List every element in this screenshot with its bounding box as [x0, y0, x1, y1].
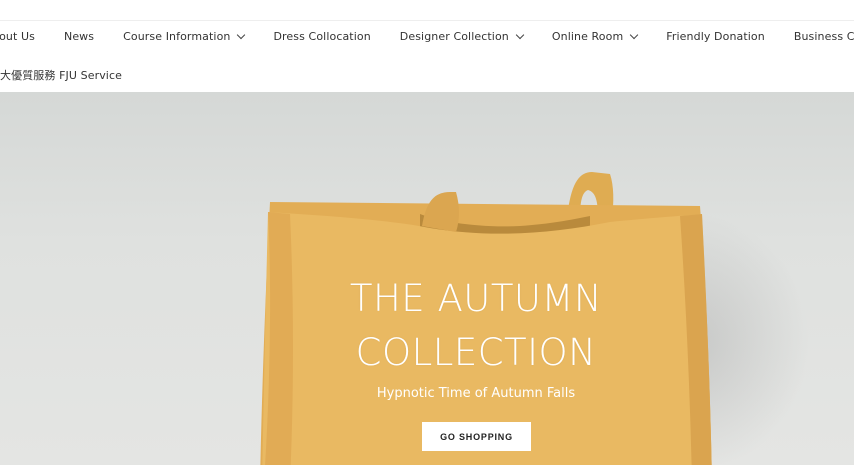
nav-item-fju-service[interactable]: 大優質服務 FJU Service [0, 67, 122, 83]
chevron-down-icon [630, 30, 639, 40]
bag-strap-front [422, 192, 459, 232]
chevron-down-icon [515, 30, 525, 40]
nav-item-course-information[interactable]: Course Information [123, 30, 246, 43]
nav-item-label: Business Cooperation [793, 30, 854, 43]
nav-item-news[interactable]: News [64, 30, 94, 43]
hero-banner: THE AUTUMN COLLECTION Hypnotic Time of A… [0, 92, 854, 465]
nav-item-friendly-donation[interactable]: Friendly Donation [666, 30, 765, 43]
main-navigation: bout Us News Course Information Dress Co… [0, 21, 854, 91]
page: bout Us News Course Information Dress Co… [0, 0, 854, 465]
nav-item-label: Online Room [551, 30, 624, 43]
hero-subtitle: Hypnotic Time of Autumn Falls [376, 386, 576, 401]
chevron-down-icon [237, 30, 246, 40]
nav-item-label: bout Us [0, 30, 35, 43]
nav-item-business-cooperation[interactable]: Business Cooperation [794, 30, 854, 43]
nav-row-primary: bout Us News Course Information Dress Co… [0, 30, 854, 43]
nav-item-about-us[interactable]: bout Us [0, 30, 35, 43]
go-shopping-button[interactable]: GO SHOPPING [422, 422, 531, 451]
nav-item-dress-collocation[interactable]: Dress Collocation [273, 30, 370, 43]
hero-title: THE AUTUMN COLLECTION [350, 272, 602, 380]
nav-item-designer-collection[interactable]: Designer Collection [399, 30, 525, 43]
nav-item-label: Designer Collection [399, 30, 509, 43]
hero-title-line-2: COLLECTION [355, 331, 597, 374]
nav-item-label: 大優質服務 FJU Service [0, 69, 122, 82]
nav-item-online-room[interactable]: Online Room [551, 30, 639, 43]
nav-item-label: News [63, 30, 95, 43]
nav-item-label: Friendly Donation [666, 30, 765, 43]
nav-item-label: Course Information [123, 30, 231, 43]
hero-title-line-1: THE AUTUMN [349, 277, 603, 320]
nav-item-label: Dress Collocation [273, 30, 371, 43]
top-strip [0, 0, 854, 21]
